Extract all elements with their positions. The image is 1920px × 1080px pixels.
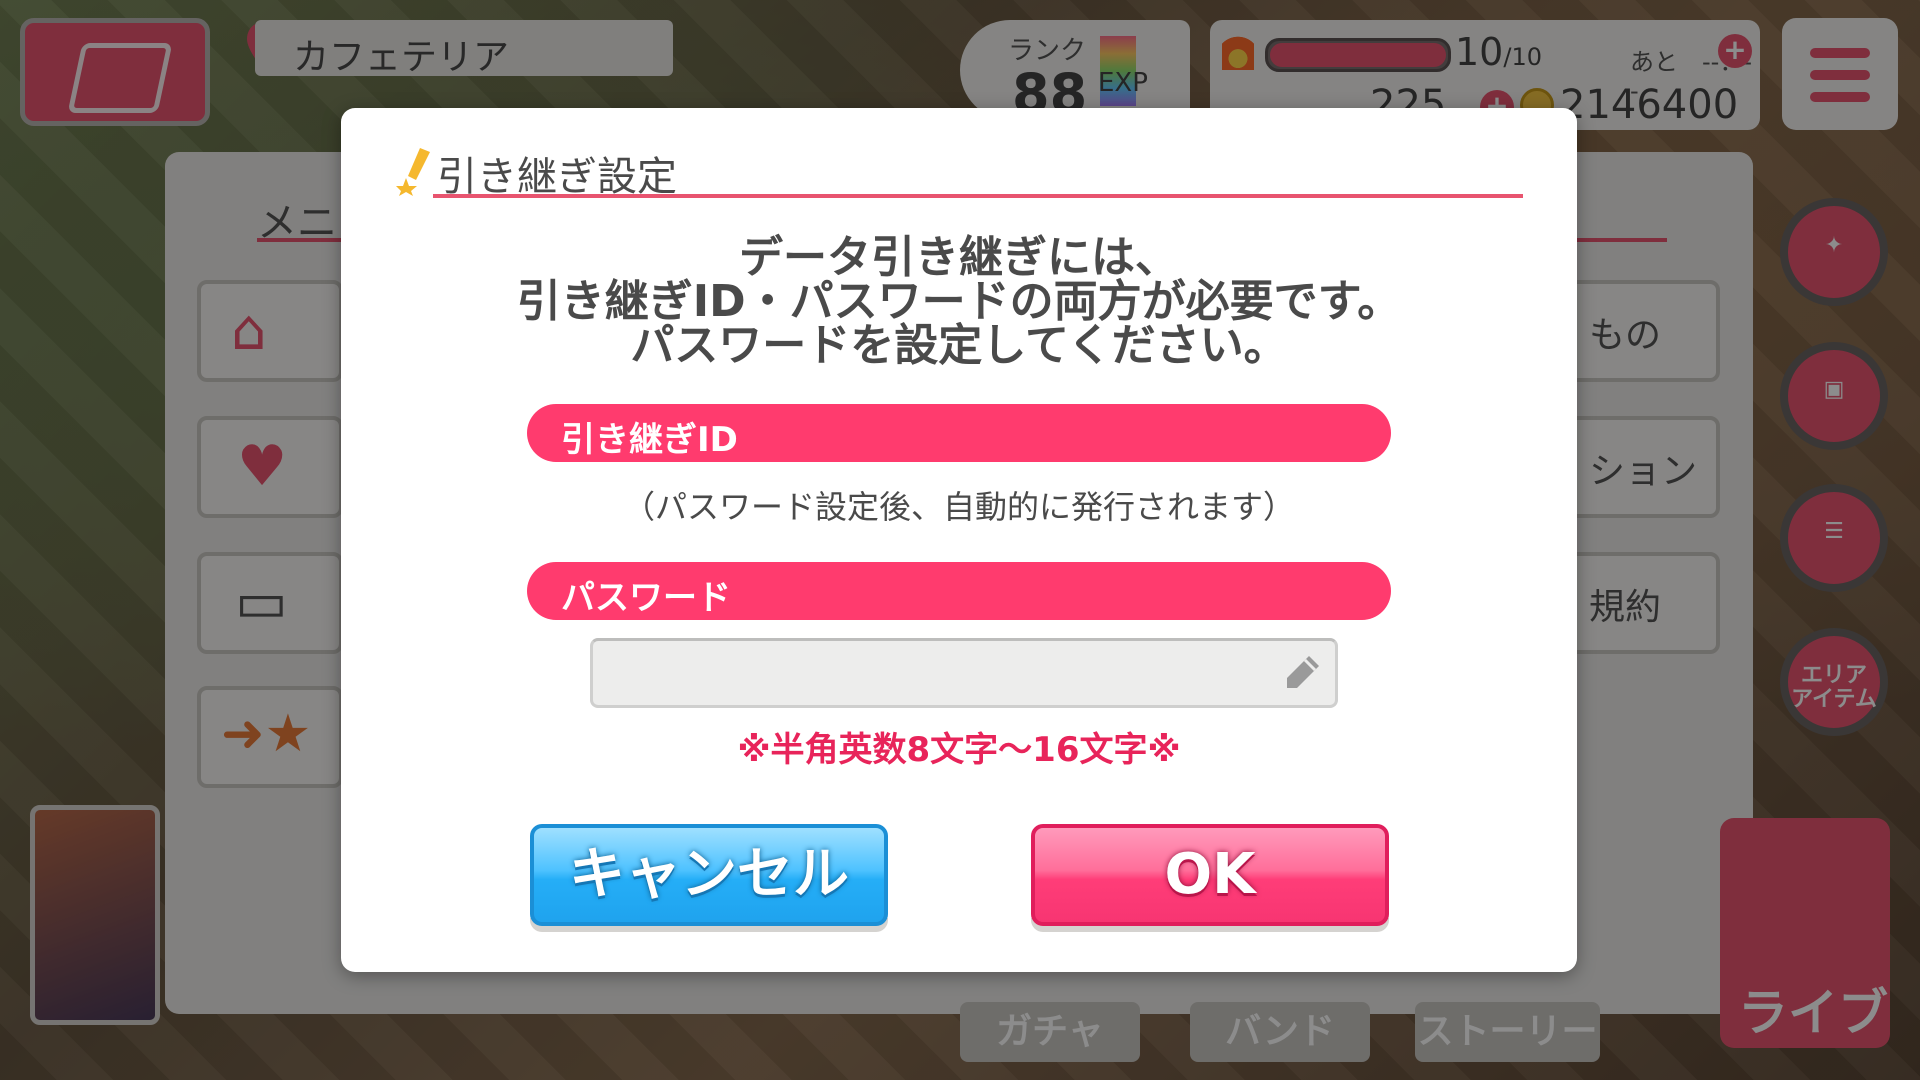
cancel-button[interactable]: キャンセル (530, 824, 888, 926)
dialog-message: データ引き継ぎには、 引き継ぎID・パスワードの両方が必要です。 パスワードを設… (441, 236, 1477, 368)
password-input[interactable] (590, 638, 1338, 708)
password-label: パスワード (561, 578, 731, 618)
dialog-title-underline (433, 194, 1523, 198)
password-section-header: パスワード (527, 562, 1391, 620)
password-rule-note: ※半角英数8文字～16文字※ (737, 730, 1181, 770)
transfer-id-label: 引き継ぎID (561, 420, 738, 460)
message-line: パスワードを設定してください。 (630, 320, 1288, 371)
pencil-icon[interactable] (1281, 652, 1323, 694)
title-star-icon (396, 148, 430, 196)
message-line: 引き継ぎID・パスワードの両方が必要です。 (516, 276, 1402, 327)
transfer-id-note: （パスワード設定後、自動的に発行されます） (622, 488, 1295, 526)
message-line: データ引き継ぎには、 (739, 232, 1179, 283)
transfer-id-section-header: 引き継ぎID (527, 404, 1391, 462)
transfer-settings-dialog: 引き継ぎ設定 データ引き継ぎには、 引き継ぎID・パスワードの両方が必要です。 … (341, 108, 1577, 972)
ok-button[interactable]: OK (1031, 824, 1389, 926)
